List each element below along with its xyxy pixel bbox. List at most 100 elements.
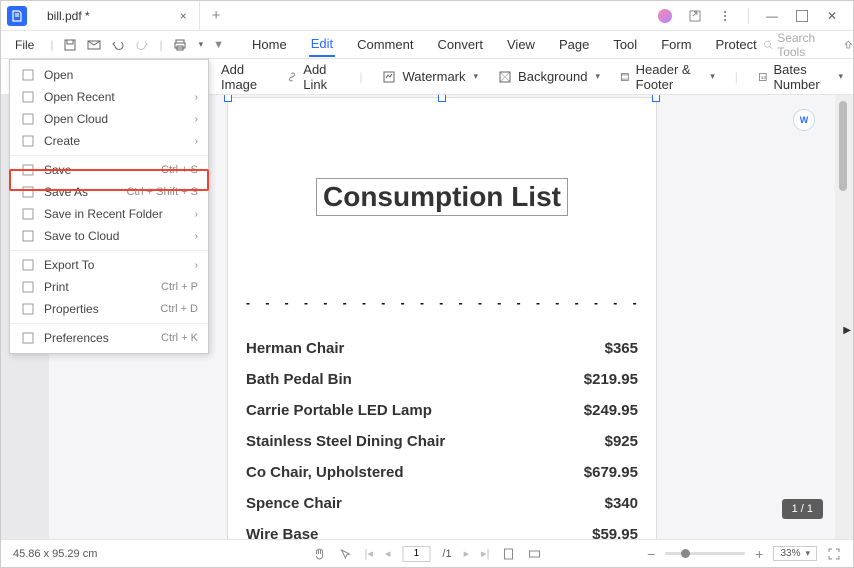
search-tools[interactable]: Search Tools [763, 31, 829, 59]
add-link-button[interactable]: Add Link [287, 62, 339, 92]
menu-shortcut: Ctrl + Shift + S [126, 186, 198, 198]
menu-label: Print [44, 280, 161, 294]
cloud-up-icon [20, 228, 36, 244]
scrollbar-thumb[interactable] [839, 101, 847, 191]
zoom-in-button[interactable]: + [755, 546, 763, 562]
redo-icon[interactable] [135, 38, 149, 52]
word-export-badge[interactable]: W [793, 109, 815, 131]
zoom-value[interactable]: 33%▾ [773, 546, 817, 561]
submenu-arrow-icon: › [195, 209, 198, 220]
add-image-button[interactable]: Add Image [221, 62, 267, 92]
document-tab[interactable]: bill.pdf * × [33, 1, 200, 31]
item-name: Bath Pedal Bin [246, 371, 352, 388]
file-menu-item-export-to[interactable]: Export To› [10, 254, 208, 276]
fit-width-icon[interactable] [528, 547, 542, 561]
file-menu-item-properties[interactable]: PropertiesCtrl + D [10, 298, 208, 320]
titlebar: bill.pdf * × + — ✕ [1, 1, 853, 31]
undo-icon[interactable] [111, 38, 125, 52]
vertical-scrollbar[interactable] [835, 95, 853, 539]
fit-page-icon[interactable] [502, 547, 516, 561]
close-window-button[interactable]: ✕ [825, 9, 839, 23]
file-menu-item-save-to-cloud[interactable]: Save to Cloud› [10, 225, 208, 247]
open-icon [20, 67, 36, 83]
tab-home[interactable]: Home [250, 33, 289, 56]
tab-comment[interactable]: Comment [355, 33, 415, 56]
tab-tool[interactable]: Tool [611, 33, 639, 56]
file-menu-item-open-cloud[interactable]: Open Cloud› [10, 108, 208, 130]
print-icon[interactable] [173, 38, 187, 52]
zoom-knob[interactable] [681, 549, 690, 558]
share-icon[interactable] [843, 38, 854, 52]
tab-edit[interactable]: Edit [309, 32, 335, 57]
item-row: Stainless Steel Dining Chair$925 [246, 433, 638, 450]
more-icon[interactable] [718, 9, 732, 23]
page-indicator-badge: 1 / 1 [782, 499, 823, 519]
chevron-down-icon[interactable]: ▾ [199, 39, 204, 50]
add-tab-button[interactable]: + [212, 7, 221, 24]
last-page-icon[interactable]: ▸| [481, 547, 489, 560]
header-footer-button[interactable]: Header & Footer▾ [620, 62, 715, 92]
prefs-icon [20, 330, 36, 346]
select-tool-icon[interactable] [338, 547, 352, 561]
mail-icon[interactable] [87, 38, 101, 52]
file-menu-item-open[interactable]: Open [10, 64, 208, 86]
selection-handle[interactable] [224, 95, 232, 102]
next-page-icon[interactable]: ▸ [464, 547, 470, 560]
file-menu-item-open-recent[interactable]: Open Recent› [10, 86, 208, 108]
maximize-button[interactable] [795, 9, 809, 23]
file-menu-dropdown: OpenOpen Recent›Open Cloud›Create›SaveCt… [9, 59, 209, 354]
selection-handle[interactable] [438, 95, 446, 102]
window-controls: — ✕ [658, 8, 853, 24]
bates-number-button[interactable]: 12 Bates Number▾ [758, 62, 843, 92]
prev-page-icon[interactable]: ◂ [385, 547, 391, 560]
first-page-icon[interactable]: |◂ [364, 547, 372, 560]
background-icon [498, 70, 512, 84]
file-menu-item-save[interactable]: SaveCtrl + S [10, 159, 208, 181]
hand-tool-icon[interactable] [312, 547, 326, 561]
submenu-arrow-icon: › [195, 92, 198, 103]
menu-shortcut: Ctrl + P [161, 281, 198, 293]
save-icon[interactable] [63, 38, 77, 52]
document-title[interactable]: Consumption List [316, 178, 568, 216]
tab-convert[interactable]: Convert [435, 33, 485, 56]
zoom-out-button[interactable]: − [647, 546, 655, 562]
menu-label: Preferences [44, 331, 161, 345]
file-menu-item-save-in-recent-folder[interactable]: Save in Recent Folder› [10, 203, 208, 225]
header-footer-icon [620, 70, 630, 84]
menu-label: Open [44, 68, 198, 82]
external-icon[interactable] [688, 9, 702, 23]
item-name: Carrie Portable LED Lamp [246, 402, 432, 419]
menu-label: Save As [44, 185, 126, 199]
close-tab-icon[interactable]: × [180, 9, 187, 23]
link-icon [287, 70, 297, 84]
background-button[interactable]: Background▾ [498, 69, 600, 84]
file-menu-item-print[interactable]: PrintCtrl + P [10, 276, 208, 298]
tab-view[interactable]: View [505, 33, 537, 56]
menu-label: Export To [44, 258, 195, 272]
file-menu-item-create[interactable]: Create› [10, 130, 208, 152]
menu-label: Create [44, 134, 195, 148]
file-menu-item-save-as[interactable]: Save AsCtrl + Shift + S [10, 181, 208, 203]
expand-arrow-icon[interactable]: ▶ [843, 325, 851, 336]
item-price: $679.95 [584, 464, 638, 481]
item-price: $219.95 [584, 371, 638, 388]
file-menu-button[interactable]: File [9, 34, 40, 56]
page-input[interactable] [402, 546, 430, 562]
zoom-slider[interactable] [665, 552, 745, 555]
item-row: Co Chair, Upholstered$679.95 [246, 464, 638, 481]
menu-shortcut: Ctrl + K [161, 332, 198, 344]
export-icon [20, 257, 36, 273]
tab-form[interactable]: Form [659, 33, 693, 56]
fullscreen-icon[interactable] [827, 547, 841, 561]
selection-handle[interactable] [652, 95, 660, 102]
menu-shortcut: Ctrl + S [161, 164, 198, 176]
tab-protect[interactable]: Protect [714, 33, 759, 56]
theme-icon[interactable] [658, 9, 672, 23]
pin-icon[interactable]: ▼ [213, 39, 224, 51]
tab-title: bill.pdf * [47, 9, 90, 23]
watermark-button[interactable]: Watermark▾ [382, 69, 478, 84]
tab-page[interactable]: Page [557, 33, 591, 56]
menubar: File | | ▾ ▼ Home Edit Comment Convert V… [1, 31, 853, 59]
file-menu-item-preferences[interactable]: PreferencesCtrl + K [10, 327, 208, 349]
minimize-button[interactable]: — [765, 9, 779, 23]
